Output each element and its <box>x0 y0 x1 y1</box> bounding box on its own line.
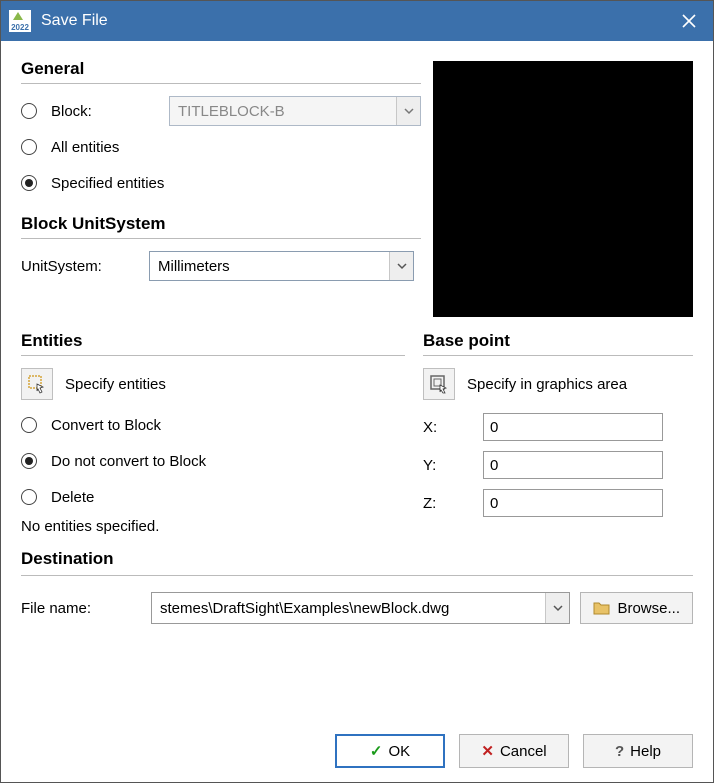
folder-icon <box>593 600 611 616</box>
x-icon: ✕ <box>481 742 494 760</box>
button-bar: ✓ OK ✕ Cancel ? Help <box>21 716 693 768</box>
pick-point-icon <box>429 374 449 394</box>
radio-delete[interactable] <box>21 489 37 505</box>
z-row: Z: <box>423 484 693 522</box>
browse-button[interactable]: Browse... <box>580 592 693 624</box>
question-icon: ? <box>615 743 624 760</box>
cancel-label: Cancel <box>500 743 547 760</box>
z-label: Z: <box>423 495 483 512</box>
unit-system-combo[interactable]: Millimeters <box>149 251 414 281</box>
specify-entities-label: Specify entities <box>65 376 166 393</box>
delete-row[interactable]: Delete <box>21 480 405 514</box>
radio-do-not-convert[interactable] <box>21 453 37 469</box>
selection-icon <box>27 374 47 394</box>
ok-button[interactable]: ✓ OK <box>335 734 445 768</box>
specified-entities-label: Specified entities <box>51 175 164 192</box>
z-input[interactable] <box>483 489 663 517</box>
y-label: Y: <box>423 457 483 474</box>
file-name-value: stemes\DraftSight\Examples\newBlock.dwg <box>152 600 545 617</box>
radio-convert[interactable] <box>21 417 37 433</box>
unit-system-row: UnitSystem: Millimeters <box>21 249 421 283</box>
unit-system-heading: Block UnitSystem <box>21 214 421 234</box>
preview-pane <box>433 61 693 317</box>
chevron-down-icon <box>396 97 420 125</box>
block-row: Block: TITLEBLOCK-B <box>21 94 421 128</box>
divider <box>21 238 421 239</box>
x-row: X: <box>423 408 693 446</box>
file-name-combo[interactable]: stemes\DraftSight\Examples\newBlock.dwg <box>151 592 570 624</box>
help-button[interactable]: ? Help <box>583 734 693 768</box>
general-heading: General <box>21 59 421 79</box>
chevron-down-icon <box>389 252 413 280</box>
window-title: Save File <box>41 12 108 30</box>
convert-label: Convert to Block <box>51 417 161 434</box>
close-button[interactable] <box>671 3 707 39</box>
base-point-heading: Base point <box>423 331 693 351</box>
entities-heading: Entities <box>21 331 405 351</box>
unit-system-label: UnitSystem: <box>21 258 141 275</box>
file-name-label: File name: <box>21 600 141 617</box>
divider <box>423 355 693 356</box>
block-label: Block: <box>51 103 161 120</box>
cancel-button[interactable]: ✕ Cancel <box>459 734 569 768</box>
radio-all-entities[interactable] <box>21 139 37 155</box>
block-combo[interactable]: TITLEBLOCK-B <box>169 96 421 126</box>
all-entities-label: All entities <box>51 139 119 156</box>
specified-entities-row[interactable]: Specified entities <box>21 166 421 200</box>
radio-block[interactable] <box>21 103 37 119</box>
specify-basepoint-button[interactable] <box>423 368 455 400</box>
unit-system-value: Millimeters <box>150 258 389 275</box>
do-not-convert-label: Do not convert to Block <box>51 453 206 470</box>
app-icon: 2022 <box>9 10 31 32</box>
delete-label: Delete <box>51 489 94 506</box>
help-label: Help <box>630 743 661 760</box>
entities-status: No entities specified. <box>21 518 405 535</box>
browse-label: Browse... <box>617 600 680 617</box>
chevron-down-icon <box>545 593 569 623</box>
radio-specified-entities[interactable] <box>21 175 37 191</box>
y-input[interactable] <box>483 451 663 479</box>
do-not-convert-row[interactable]: Do not convert to Block <box>21 444 405 478</box>
file-name-row: File name: stemes\DraftSight\Examples\ne… <box>21 592 693 624</box>
specify-basepoint-label: Specify in graphics area <box>467 376 627 393</box>
specify-entities-button[interactable] <box>21 368 53 400</box>
y-row: Y: <box>423 446 693 484</box>
x-input[interactable] <box>483 413 663 441</box>
specify-basepoint-row: Specify in graphics area <box>423 366 693 402</box>
close-icon <box>681 13 697 29</box>
divider <box>21 575 693 576</box>
specify-entities-row: Specify entities <box>21 366 405 402</box>
divider <box>21 83 421 84</box>
divider <box>21 355 405 356</box>
destination-heading: Destination <box>21 549 693 569</box>
check-icon: ✓ <box>370 742 383 760</box>
block-value: TITLEBLOCK-B <box>170 103 396 120</box>
x-label: X: <box>423 419 483 436</box>
all-entities-row[interactable]: All entities <box>21 130 421 164</box>
ok-label: OK <box>388 743 410 760</box>
convert-row[interactable]: Convert to Block <box>21 408 405 442</box>
titlebar: 2022 Save File <box>1 1 713 41</box>
